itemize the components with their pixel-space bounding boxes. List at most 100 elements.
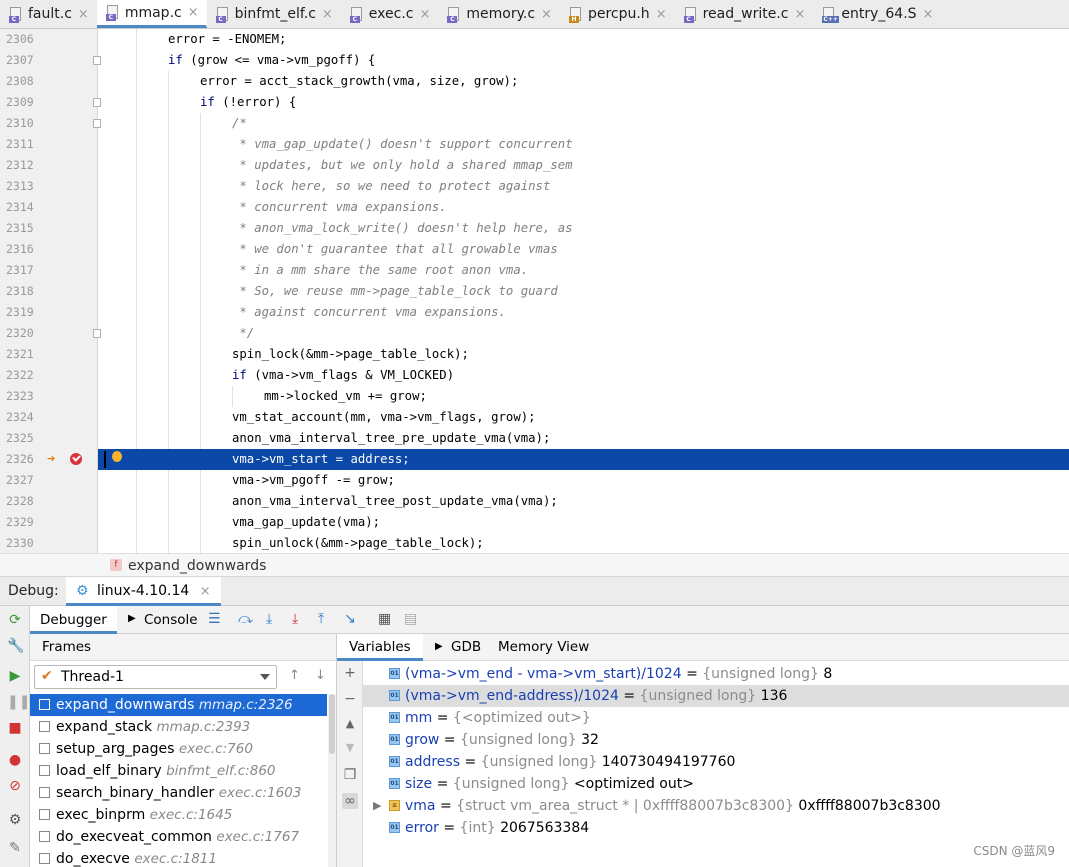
stack-frame[interactable]: exec_binprm exec.c:1645: [30, 804, 327, 826]
rerun-icon[interactable]: ⟳: [7, 612, 23, 628]
code-line[interactable]: 2311 * vma_gap_update() doesn't support …: [0, 134, 1069, 155]
settings-gear-icon[interactable]: ⚙: [7, 812, 23, 828]
code-line[interactable]: 2312 * updates, but we only hold a share…: [0, 155, 1069, 176]
code-line[interactable]: 2324 vm_stat_account(mm, vma->vm_flags, g…: [0, 407, 1069, 428]
variable-row[interactable]: 01 (vma->vm_end-address)/1024 = {unsigned…: [363, 685, 1069, 707]
frames-scrollbar[interactable]: [328, 694, 336, 867]
line-gutter[interactable]: 2311: [0, 134, 98, 155]
tab-memory-view[interactable]: Memory View: [486, 634, 601, 661]
file-tab-mmap-c[interactable]: Cmmap.c ×: [96, 0, 207, 28]
file-tab-entry-64-s[interactable]: C++ entry_64.S ×: [813, 0, 941, 28]
scrollbar-thumb[interactable]: [329, 694, 335, 754]
file-tab-fault-c[interactable]: Cfault.c ×: [0, 0, 97, 28]
trace-icon[interactable]: ▤: [404, 611, 417, 627]
line-gutter[interactable]: 2323: [0, 386, 98, 407]
pin-icon[interactable]: ✎: [7, 840, 23, 856]
evaluate-expression-icon[interactable]: ▦: [378, 611, 391, 627]
line-gutter[interactable]: 2330: [0, 533, 98, 553]
code-line[interactable]: 2307 if (grow <= vma->vm_pgoff) {: [0, 50, 1069, 71]
mute-breakpoints-icon[interactable]: ⊘: [7, 778, 23, 794]
close-icon[interactable]: ×: [541, 7, 552, 22]
close-icon[interactable]: ×: [656, 7, 667, 22]
line-gutter[interactable]: 2324: [0, 407, 98, 428]
code-line[interactable]: 2306 error = -ENOMEM;: [0, 29, 1069, 50]
line-gutter[interactable]: 2308: [0, 71, 98, 92]
line-gutter[interactable]: 2317: [0, 260, 98, 281]
tab-variables[interactable]: Variables: [337, 634, 423, 661]
variable-row[interactable]: 01 grow = {unsigned long} 32: [363, 729, 1069, 751]
line-gutter[interactable]: 2322: [0, 365, 98, 386]
line-gutter[interactable]: 2309: [0, 92, 98, 113]
file-tab-binfmt-elf-c[interactable]: Cbinfmt_elf.c ×: [207, 0, 341, 28]
variable-row[interactable]: 01 size = {unsigned long} <optimized out>: [363, 773, 1069, 795]
breadcrumb[interactable]: f expand_downwards: [0, 553, 1069, 577]
resume-icon[interactable]: ▶: [7, 668, 23, 684]
line-gutter[interactable]: 2318: [0, 281, 98, 302]
copy-icon[interactable]: ❐: [342, 767, 358, 783]
code-line[interactable]: 2329 vma_gap_update(vma);: [0, 512, 1069, 533]
line-gutter[interactable]: 2307: [0, 50, 98, 71]
file-tab-memory-c[interactable]: Cmemory.c ×: [438, 0, 560, 28]
file-tab-exec-c[interactable]: Cexec.c ×: [341, 0, 439, 28]
tab-debugger[interactable]: Debugger: [30, 606, 117, 634]
line-gutter[interactable]: 2319: [0, 302, 98, 323]
code-line[interactable]: 2308 error = acct_stack_growth(vma, size,…: [0, 71, 1069, 92]
line-gutter[interactable]: 2310: [0, 113, 98, 134]
code-line[interactable]: 2318 * So, we reuse mm->page_table_lock …: [0, 281, 1069, 302]
fold-marker-icon[interactable]: [93, 329, 101, 338]
stack-frame[interactable]: setup_arg_pages exec.c:760: [30, 738, 327, 760]
remove-watch-icon[interactable]: −: [342, 691, 358, 707]
step-out-icon[interactable]: ⤒: [318, 611, 324, 627]
current-execution-line[interactable]: 2326 ➔ vma->vm_start = address;: [0, 449, 1069, 470]
variable-row[interactable]: 01 (vma->vm_end - vma->vm_start)/1024 = {…: [363, 663, 1069, 685]
run-config-tab[interactable]: ⚙ linux-4.10.14 ×: [66, 577, 221, 606]
stack-frame[interactable]: load_elf_binary binfmt_elf.c:860: [30, 760, 327, 782]
variable-row[interactable]: 01 error = {int} 2067563384: [363, 817, 1069, 839]
code-line[interactable]: 2328 anon_vma_interval_tree_post_update_v…: [0, 491, 1069, 512]
add-watch-icon[interactable]: +: [342, 665, 358, 681]
close-icon[interactable]: ×: [200, 584, 211, 599]
code-line[interactable]: 2330 spin_unlock(&mm->page_table_lock);: [0, 533, 1069, 553]
pause-icon[interactable]: ❚❚: [7, 694, 30, 710]
breadcrumb-function[interactable]: expand_downwards: [128, 558, 266, 574]
code-line[interactable]: 2325 anon_vma_interval_tree_pre_update_vm…: [0, 428, 1069, 449]
line-gutter[interactable]: 2321: [0, 344, 98, 365]
variable-row[interactable]: 01 mm = {<optimized out>}: [363, 707, 1069, 729]
previous-frame-icon[interactable]: ↑: [289, 668, 300, 683]
code-line[interactable]: 2317 * in a mm share the same root anon …: [0, 260, 1069, 281]
code-line[interactable]: 2322 if (vma->vm_flags & VM_LOCKED): [0, 365, 1069, 386]
layout-menu-icon[interactable]: ☰: [208, 611, 221, 627]
code-line[interactable]: 2319 * against concurrent vma expansions…: [0, 302, 1069, 323]
line-gutter[interactable]: 2314: [0, 197, 98, 218]
intention-bulb-icon[interactable]: [112, 451, 122, 462]
close-icon[interactable]: ×: [78, 7, 89, 22]
line-gutter[interactable]: 2313: [0, 176, 98, 197]
close-icon[interactable]: ×: [794, 7, 805, 22]
code-line[interactable]: 2309 if (!error) {: [0, 92, 1069, 113]
fold-marker-icon[interactable]: [93, 119, 101, 128]
breakpoint-icon[interactable]: [70, 453, 82, 465]
next-frame-icon[interactable]: ↓: [315, 668, 326, 683]
close-icon[interactable]: ×: [923, 7, 934, 22]
line-gutter[interactable]: 2306: [0, 29, 98, 50]
stack-frame[interactable]: expand_stack mmap.c:2393: [30, 716, 327, 738]
line-gutter[interactable]: 2316: [0, 239, 98, 260]
variable-row[interactable]: 01 address = {unsigned long} 140730494197…: [363, 751, 1069, 773]
run-to-cursor-icon[interactable]: ↘: [344, 611, 356, 627]
file-tab-read-write-c[interactable]: Cread_write.c ×: [675, 0, 814, 28]
watches-glasses-icon[interactable]: ∞: [342, 793, 358, 809]
stack-frame[interactable]: do_execve exec.c:1811: [30, 848, 327, 867]
code-line[interactable]: 2314 * concurrent vma expansions.: [0, 197, 1069, 218]
line-gutter[interactable]: 2320: [0, 323, 98, 344]
move-up-icon[interactable]: ▲: [342, 717, 358, 730]
step-over-icon[interactable]: ⤼: [238, 611, 253, 627]
stack-frame[interactable]: expand_downwards mmap.c:2326: [30, 694, 327, 716]
code-editor[interactable]: 2306 error = -ENOMEM; 2307 if (grow <= vma-…: [0, 29, 1069, 553]
variable-row[interactable]: ▶ ≡ vma = {struct vm_area_struct * | 0xfff…: [363, 795, 1069, 817]
thread-selector[interactable]: ✔ Thread-1: [34, 665, 277, 689]
code-line[interactable]: 2310 /*: [0, 113, 1069, 134]
code-line[interactable]: 2320 */: [0, 323, 1069, 344]
line-gutter[interactable]: 2325: [0, 428, 98, 449]
expand-arrow-icon[interactable]: ▶: [373, 795, 381, 817]
stop-icon[interactable]: ■: [7, 720, 23, 736]
